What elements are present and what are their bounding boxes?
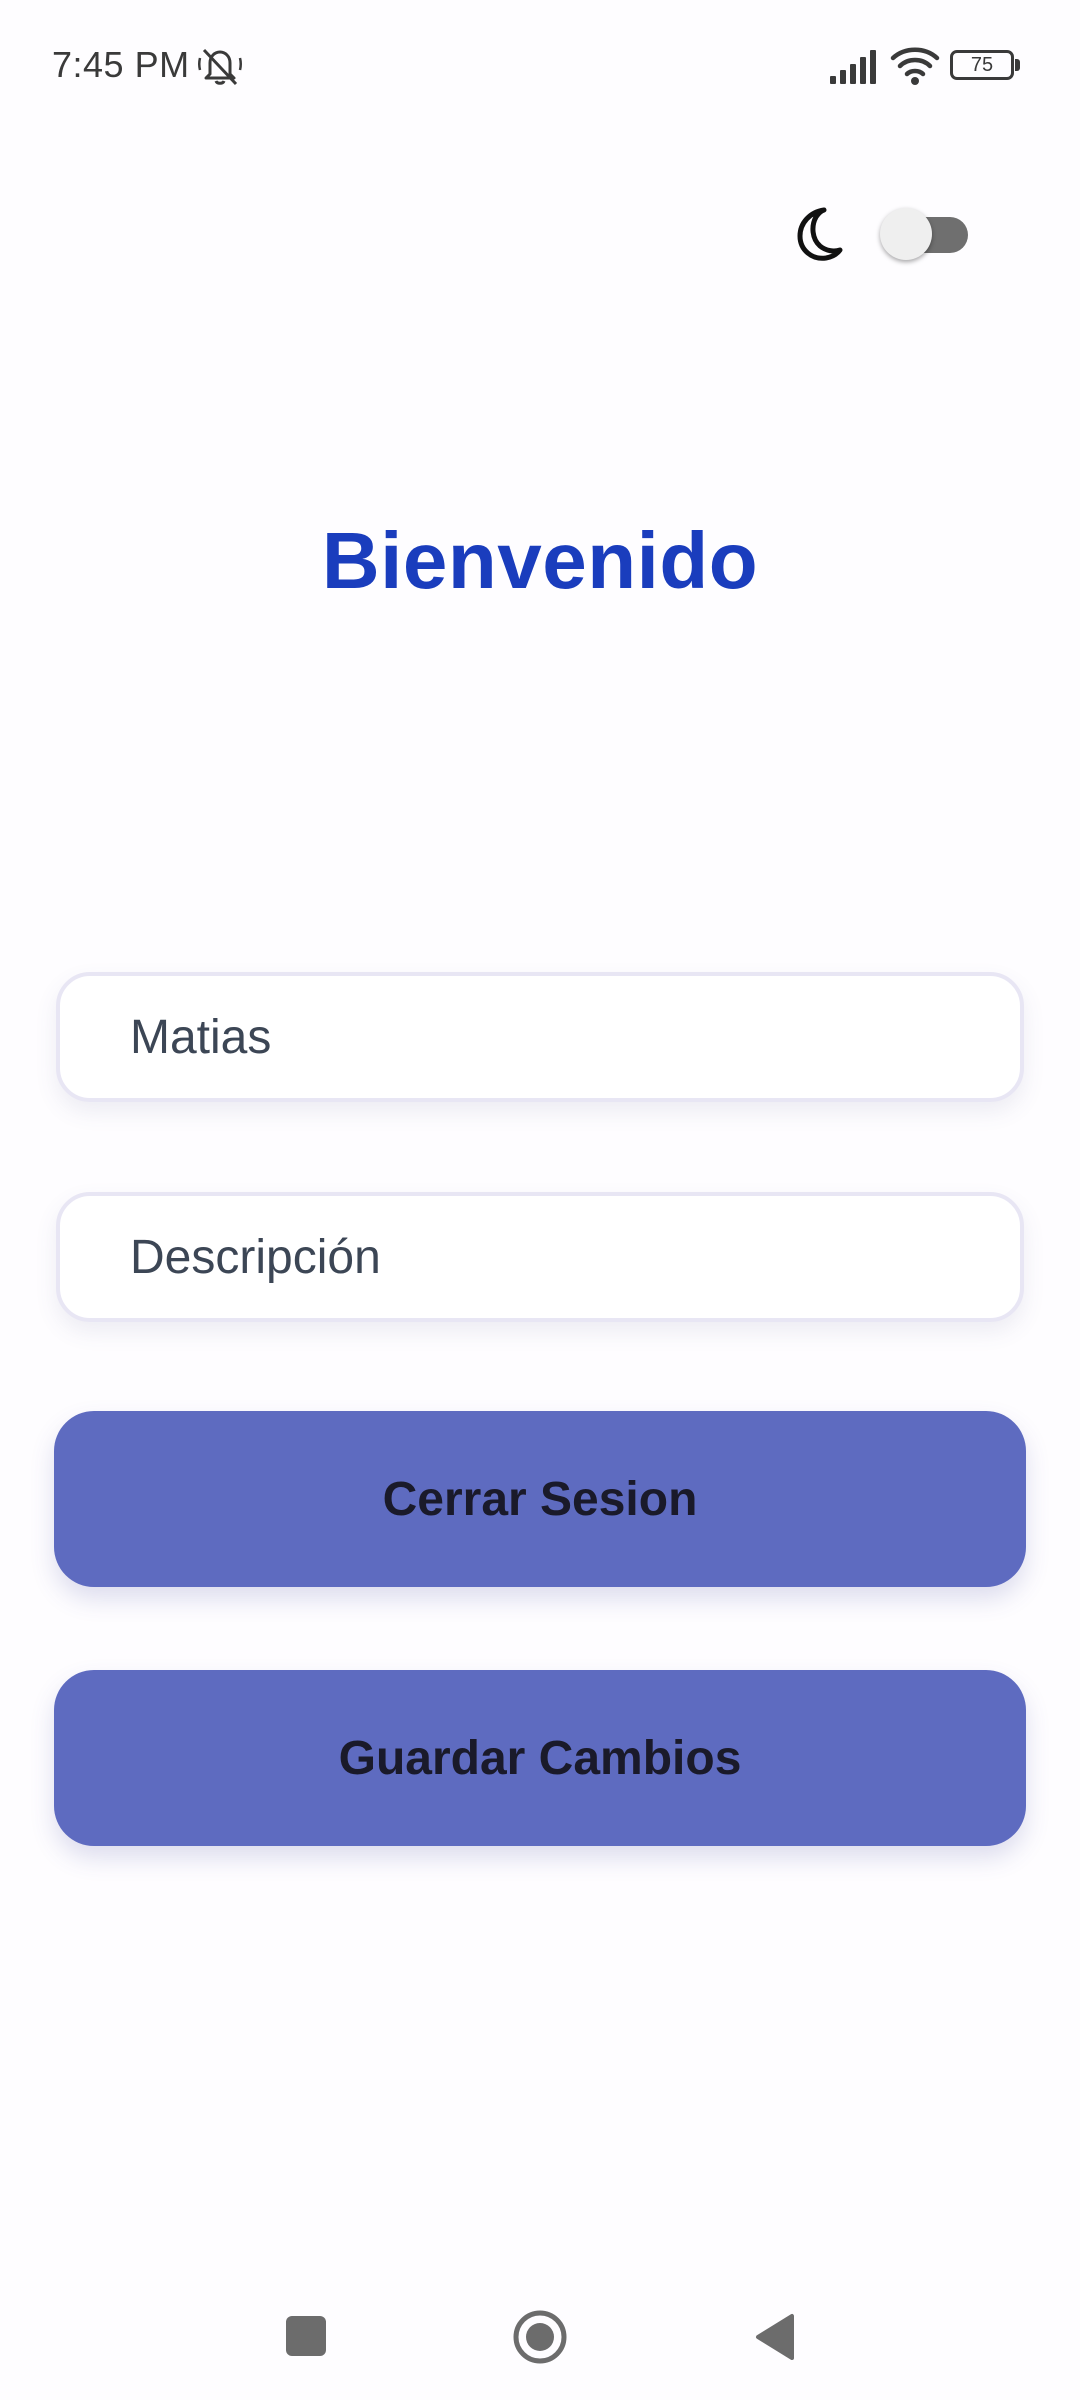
battery-level: 75 bbox=[950, 50, 1014, 80]
moon-icon bbox=[797, 207, 843, 261]
battery-tip bbox=[1015, 59, 1020, 71]
name-input[interactable] bbox=[56, 972, 1024, 1102]
battery-icon: 75 bbox=[950, 50, 1024, 82]
status-bar: 7:45 PM 75 bbox=[0, 0, 1080, 130]
square-recents-icon[interactable] bbox=[286, 2316, 326, 2356]
triangle-back-icon[interactable] bbox=[752, 2312, 796, 2362]
description-input[interactable] bbox=[56, 1192, 1024, 1322]
bell-off-icon bbox=[198, 48, 242, 86]
cellular-signal-icon bbox=[830, 50, 876, 84]
circle-home-icon[interactable] bbox=[512, 2309, 568, 2365]
toggle-thumb bbox=[880, 208, 932, 260]
page-title: Bienvenido bbox=[321, 516, 759, 605]
save-changes-button[interactable]: Guardar Cambios bbox=[54, 1670, 1026, 1846]
dark-mode-toggle[interactable] bbox=[880, 208, 970, 260]
logout-button[interactable]: Cerrar Sesion bbox=[54, 1411, 1026, 1587]
status-time: 7:45 PM bbox=[52, 44, 190, 85]
wifi-icon bbox=[890, 47, 940, 85]
